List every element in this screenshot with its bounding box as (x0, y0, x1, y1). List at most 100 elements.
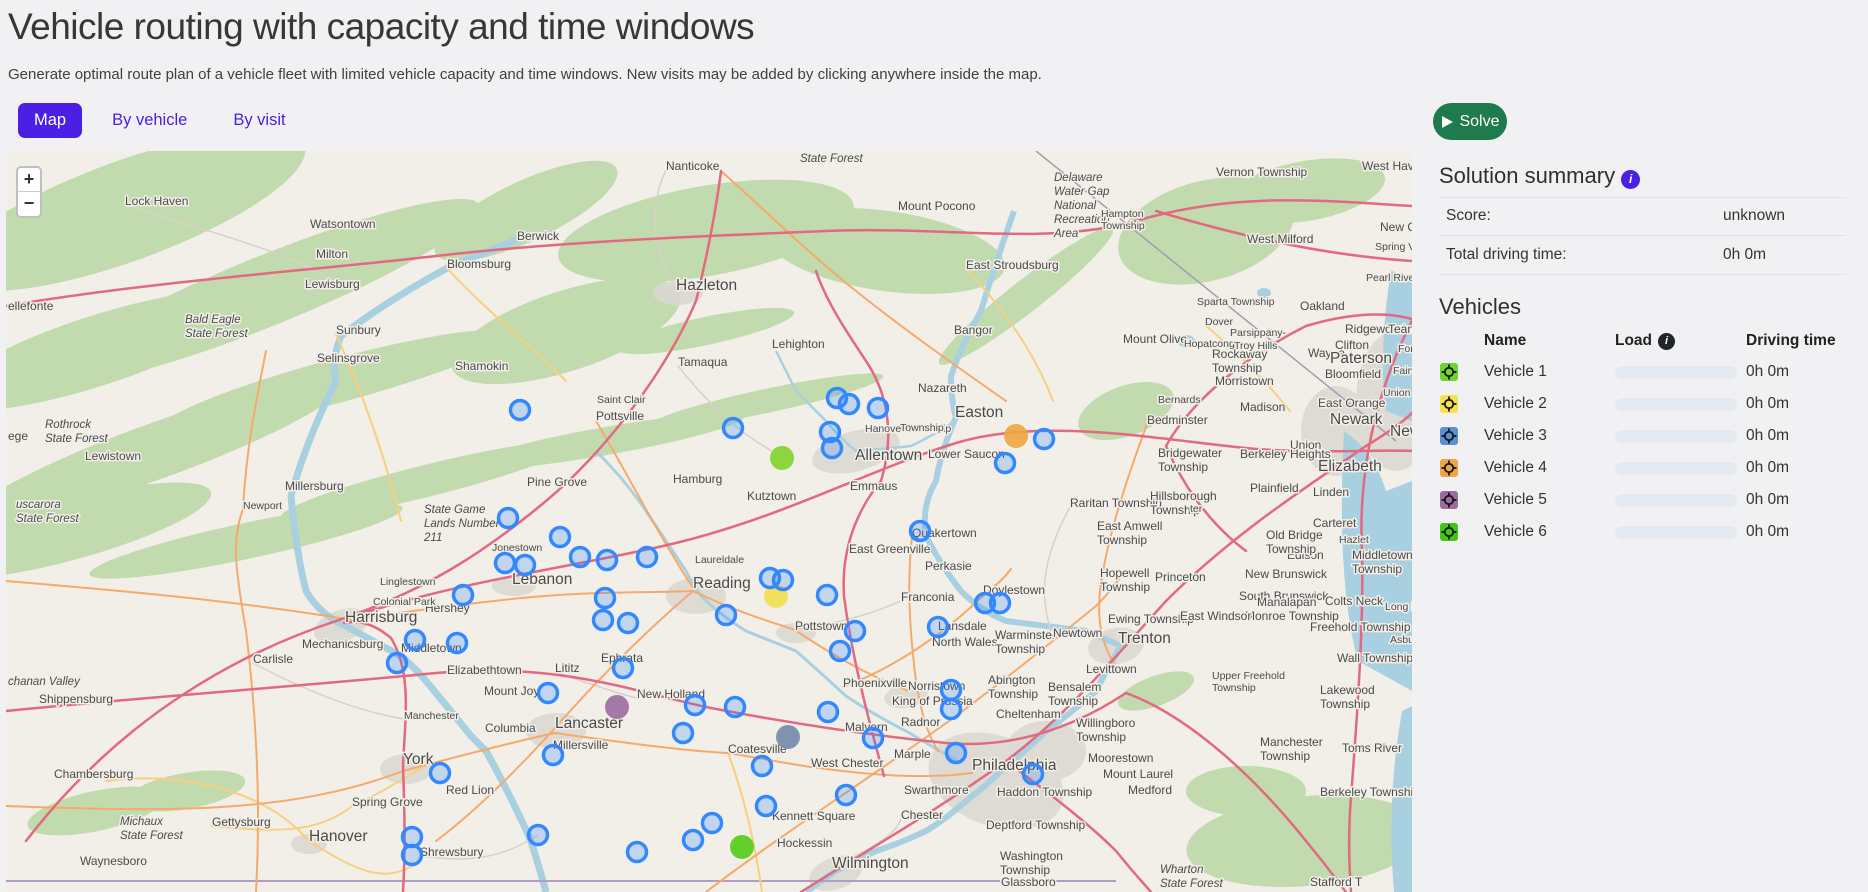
visit-marker[interactable] (406, 631, 425, 650)
visit-marker[interactable] (864, 729, 883, 748)
visit-marker[interactable] (840, 395, 859, 414)
visit-marker[interactable] (431, 764, 450, 783)
visit-marker[interactable] (551, 528, 570, 547)
place-label: Long Bra (1385, 601, 1412, 613)
visit-marker[interactable] (529, 826, 548, 845)
visit-marker[interactable] (571, 548, 590, 567)
visit-marker[interactable] (837, 786, 856, 805)
place-label: Wilmington (832, 855, 909, 872)
visit-marker[interactable] (1035, 430, 1054, 449)
vehicle-load (1615, 526, 1746, 539)
vehicle-name: Vehicle 1 (1484, 363, 1615, 381)
visit-marker[interactable] (942, 681, 961, 700)
place-label: Selinsgrove (317, 351, 380, 365)
load-info-icon[interactable]: i (1658, 333, 1675, 350)
visit-marker[interactable] (947, 744, 966, 763)
visit-marker[interactable] (454, 586, 473, 605)
place-label: Township (1212, 361, 1262, 375)
visit-marker[interactable] (929, 618, 948, 637)
place-label: New Ci (1380, 220, 1412, 234)
place-label: Pottstown (795, 619, 848, 633)
place-label: Toms River (1342, 741, 1402, 755)
place-label: Columbia (485, 721, 536, 735)
place-label: Bernards (1158, 394, 1201, 406)
visit-marker[interactable] (619, 614, 638, 633)
visit-marker[interactable] (753, 757, 772, 776)
place-label: Paterson (1330, 350, 1392, 367)
visit-marker[interactable] (516, 556, 535, 575)
place-label: Spring Valley (1375, 241, 1412, 253)
summary-row: Total driving time:0h 0m (1440, 236, 1846, 275)
vehicle-driving-time: 0h 0m (1746, 395, 1846, 413)
visit-marker[interactable] (831, 642, 850, 661)
zoom-in-button[interactable]: + (18, 168, 40, 192)
place-label: Phoenixville (843, 676, 907, 690)
visit-marker[interactable] (991, 594, 1010, 613)
visit-marker[interactable] (544, 746, 563, 765)
place-label: Lock Haven (125, 194, 188, 208)
tab-map[interactable]: Map (18, 103, 82, 138)
visit-marker[interactable] (448, 634, 467, 653)
visit-marker[interactable] (596, 589, 615, 608)
visit-marker[interactable] (1024, 765, 1043, 784)
visit-marker[interactable] (628, 843, 647, 862)
place-label: Milton (316, 247, 348, 261)
tab-by-vehicle[interactable]: By vehicle (96, 103, 203, 138)
page-title: Vehicle routing with capacity and time w… (8, 6, 754, 48)
visit-marker[interactable] (511, 401, 530, 420)
solution-summary-info-icon[interactable]: i (1621, 170, 1640, 189)
visit-marker[interactable] (724, 419, 743, 438)
visit-marker[interactable] (388, 654, 407, 673)
place-label: Township (988, 687, 1038, 701)
visit-marker[interactable] (717, 606, 736, 625)
vehicles-table: Name Load i Driving time Vehicle 10h 0mV… (1440, 326, 1846, 548)
place-label: Township (1076, 730, 1126, 744)
visit-marker[interactable] (869, 399, 888, 418)
visit-marker[interactable] (614, 659, 633, 678)
place-label: Abington (988, 673, 1035, 687)
visit-marker[interactable] (911, 522, 930, 541)
place-label: Deptford Township (986, 818, 1085, 832)
route-map[interactable]: + − (6, 151, 1412, 892)
visit-marker[interactable] (726, 698, 745, 717)
vehicle-row: Vehicle 60h 0m (1440, 516, 1846, 548)
depot-marker[interactable] (1004, 424, 1028, 448)
visit-marker[interactable] (819, 703, 838, 722)
place-label: Lewistown (85, 449, 141, 463)
zoom-out-button[interactable]: − (18, 192, 40, 216)
visit-marker[interactable] (703, 814, 722, 833)
place-label: Colts Neck (1325, 594, 1384, 608)
visit-marker[interactable] (598, 551, 617, 570)
visit-marker[interactable] (996, 454, 1015, 473)
depot-marker[interactable] (605, 695, 629, 719)
place-label: Michaux (120, 816, 164, 828)
visit-marker[interactable] (674, 724, 693, 743)
visit-marker[interactable] (499, 509, 518, 528)
visit-marker[interactable] (757, 797, 776, 816)
visit-marker[interactable] (774, 571, 793, 590)
place-label: Easton (955, 404, 1003, 421)
visit-marker[interactable] (686, 696, 705, 715)
depot-marker[interactable] (730, 835, 754, 859)
visit-marker[interactable] (823, 439, 842, 458)
place-label: Medford (1128, 783, 1172, 797)
visit-marker[interactable] (684, 831, 703, 850)
visit-marker[interactable] (818, 586, 837, 605)
solve-button[interactable]: Solve (1433, 103, 1507, 140)
tab-by-visit[interactable]: By visit (217, 103, 301, 138)
visit-marker[interactable] (403, 828, 422, 847)
visit-marker[interactable] (638, 548, 657, 567)
place-label: Township (1158, 460, 1208, 474)
visit-marker[interactable] (594, 611, 613, 630)
depot-marker[interactable] (776, 725, 800, 749)
depot-marker[interactable] (770, 446, 794, 470)
visit-marker[interactable] (942, 700, 961, 719)
visit-marker[interactable] (496, 554, 515, 573)
visit-marker[interactable] (539, 684, 558, 703)
load-bar (1615, 462, 1737, 475)
place-label: East Orange (1318, 396, 1386, 410)
visit-marker[interactable] (846, 622, 865, 641)
vehicle-driving-time: 0h 0m (1746, 523, 1846, 541)
visit-marker[interactable] (403, 846, 422, 865)
place-label: Township (1101, 220, 1145, 232)
